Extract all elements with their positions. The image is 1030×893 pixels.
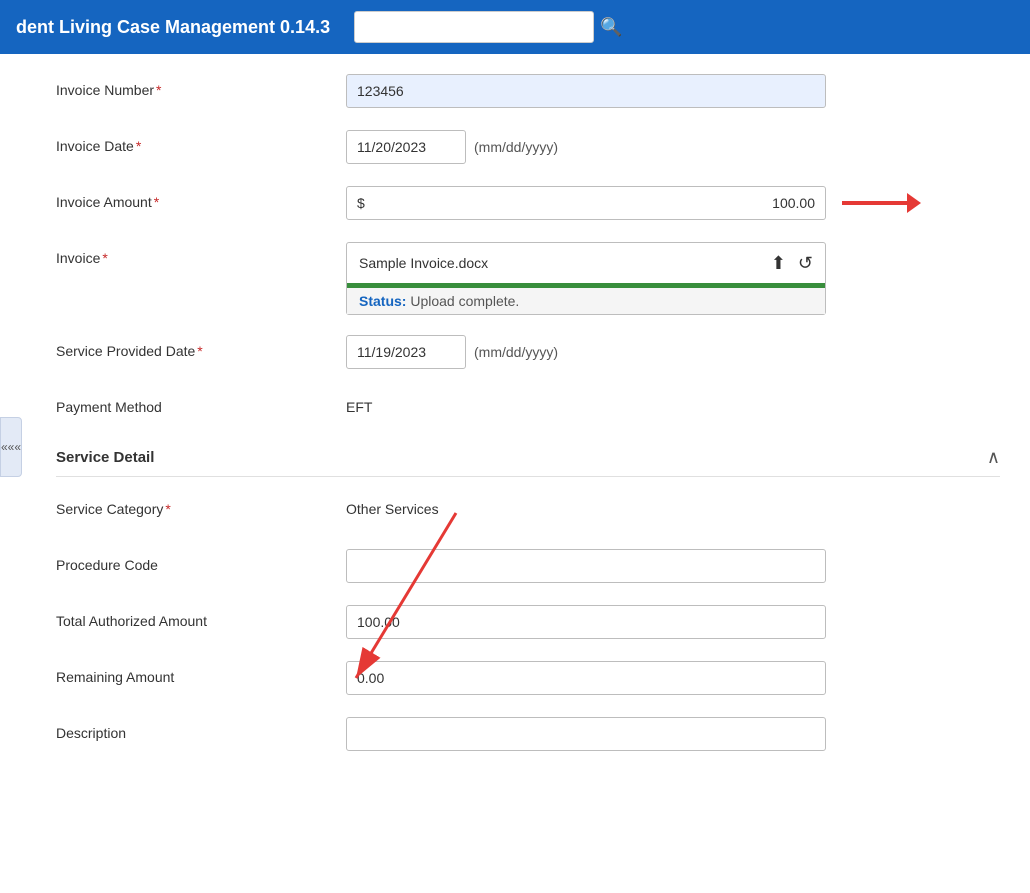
- remaining-amount-input[interactable]: [346, 661, 826, 695]
- service-category-value: Other Services: [346, 493, 1000, 517]
- payment-method-row: Payment Method EFT: [56, 391, 1000, 427]
- description-label: Description: [56, 717, 346, 741]
- service-date-input[interactable]: [346, 335, 466, 369]
- invoice-number-row: Invoice Number*: [56, 74, 1000, 110]
- amount-arrow-annotation: [842, 193, 922, 213]
- total-authorized-row: Total Authorized Amount: [56, 605, 1000, 641]
- service-category-label: Service Category*: [56, 493, 346, 517]
- invoice-date-label: Invoice Date*: [56, 130, 346, 154]
- description-input[interactable]: [346, 717, 826, 751]
- currency-symbol: $: [347, 195, 375, 211]
- service-category-static: Other Services: [346, 493, 439, 517]
- sidebar-toggle[interactable]: «««: [0, 417, 22, 477]
- procedure-code-value: [346, 549, 1000, 583]
- remaining-amount-value: [346, 661, 1000, 695]
- red-arrow-right-icon: [842, 193, 922, 213]
- service-detail-title: Service Detail: [56, 449, 154, 466]
- invoice-file-label: Invoice*: [56, 242, 346, 266]
- sidebar-toggle-icon: «««: [1, 440, 21, 454]
- invoice-amount-label: Invoice Amount*: [56, 186, 346, 210]
- description-row: Description: [56, 717, 1000, 753]
- search-input[interactable]: [354, 11, 594, 43]
- service-detail-section-header: Service Detail ∧: [56, 447, 1000, 477]
- upload-top-bar: Sample Invoice.docx ⬆ ↺: [347, 243, 825, 283]
- invoice-number-label: Invoice Number*: [56, 74, 346, 98]
- invoice-date-row: Invoice Date* (mm/dd/yyyy): [56, 130, 1000, 166]
- invoice-date-input[interactable]: [346, 130, 466, 164]
- search-container: 🔍: [354, 11, 622, 43]
- total-authorized-input[interactable]: [346, 605, 826, 639]
- invoice-amount-value: $: [346, 186, 1000, 220]
- upload-button-icon[interactable]: ⬆: [771, 253, 786, 274]
- invoice-upload-area: Sample Invoice.docx ⬆ ↺ Status: Upload c…: [346, 242, 826, 315]
- invoice-date-value: (mm/dd/yyyy): [346, 130, 1000, 164]
- invoice-amount-row: Invoice Amount* $: [56, 186, 1000, 222]
- invoice-date-format: (mm/dd/yyyy): [474, 139, 558, 155]
- service-date-value: (mm/dd/yyyy): [346, 335, 1000, 369]
- procedure-code-row: Procedure Code: [56, 549, 1000, 585]
- undo-icon[interactable]: ↺: [798, 253, 813, 274]
- upload-filename: Sample Invoice.docx: [359, 255, 488, 271]
- payment-method-static: EFT: [346, 391, 372, 415]
- remaining-amount-row: Remaining Amount: [56, 661, 1000, 697]
- invoice-file-value: Sample Invoice.docx ⬆ ↺ Status: Upload c…: [346, 242, 1000, 315]
- search-icon[interactable]: 🔍: [600, 17, 622, 38]
- invoice-file-row: Invoice* Sample Invoice.docx ⬆ ↺ Status:…: [56, 242, 1000, 315]
- procedure-code-input[interactable]: [346, 549, 826, 583]
- service-category-row: Service Category* Other Services: [56, 493, 1000, 529]
- invoice-number-input[interactable]: [346, 74, 826, 108]
- remaining-amount-label: Remaining Amount: [56, 661, 346, 685]
- main-content: Invoice Number* Invoice Date* (mm/dd/yyy…: [0, 54, 1030, 793]
- status-text: Upload complete.: [410, 293, 519, 309]
- total-authorized-value: [346, 605, 1000, 639]
- invoice-amount-input[interactable]: [375, 195, 825, 211]
- invoice-number-value: [346, 74, 1000, 108]
- total-authorized-label: Total Authorized Amount: [56, 605, 346, 629]
- payment-method-value: EFT: [346, 391, 1000, 415]
- section-chevron-icon[interactable]: ∧: [987, 447, 1000, 468]
- service-date-row: Service Provided Date* (mm/dd/yyyy): [56, 335, 1000, 371]
- status-label: Status:: [359, 293, 406, 309]
- description-value: [346, 717, 1000, 751]
- payment-method-label: Payment Method: [56, 391, 346, 415]
- invoice-amount-field: $: [346, 186, 826, 220]
- app-header: dent Living Case Management 0.14.3 🔍: [0, 0, 1030, 54]
- upload-action-icons: ⬆ ↺: [771, 253, 813, 274]
- upload-status-bar: Status: Upload complete.: [347, 288, 825, 314]
- service-date-format: (mm/dd/yyyy): [474, 344, 558, 360]
- service-date-label: Service Provided Date*: [56, 335, 346, 359]
- procedure-code-label: Procedure Code: [56, 549, 346, 573]
- app-title: dent Living Case Management 0.14.3: [16, 17, 330, 38]
